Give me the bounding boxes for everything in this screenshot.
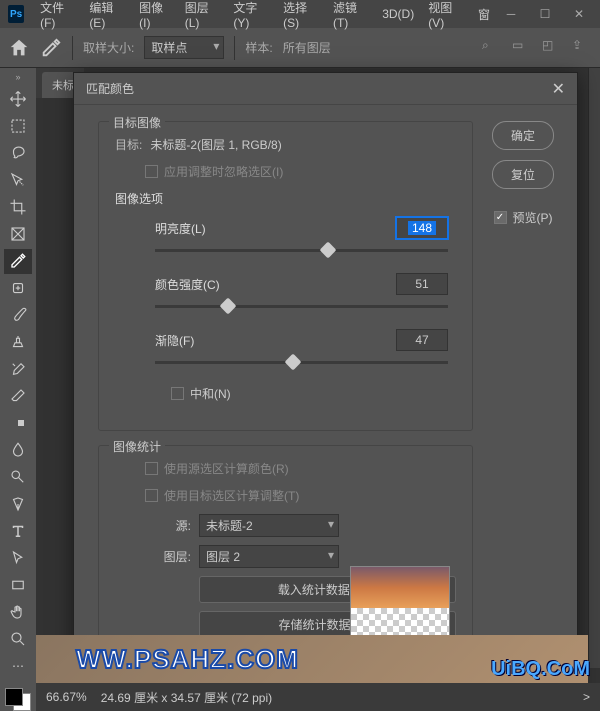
- zoom-level[interactable]: 66.67%: [46, 690, 87, 704]
- use-target-selection-label: 使用目标选区计算调整(T): [164, 487, 299, 504]
- fade-slider[interactable]: [155, 355, 448, 371]
- intensity-label: 颜色强度(C): [155, 276, 220, 293]
- search-icon[interactable]: ⌕: [482, 38, 502, 58]
- expand-tools-icon[interactable]: »: [15, 72, 20, 82]
- intensity-input[interactable]: 51: [396, 273, 448, 295]
- path-select-tool-icon[interactable]: [4, 546, 32, 571]
- menu-type[interactable]: 文字(Y): [227, 0, 275, 30]
- quick-select-tool-icon[interactable]: [4, 168, 32, 193]
- status-caret-icon[interactable]: >: [583, 690, 590, 704]
- menu-file[interactable]: 文件(F): [34, 0, 81, 30]
- eyedropper-tool-icon[interactable]: [4, 249, 32, 274]
- eraser-tool-icon[interactable]: [4, 384, 32, 409]
- lasso-tool-icon[interactable]: [4, 141, 32, 166]
- ps-logo: Ps: [8, 5, 24, 23]
- separator: [72, 36, 73, 60]
- sample-label: 样本:: [245, 39, 272, 56]
- more-tools-icon[interactable]: ⋯: [4, 654, 32, 679]
- luminance-input[interactable]: 148: [396, 217, 448, 239]
- match-color-dialog: 匹配颜色 ✕ 目标图像 目标: 未标题-2(图层 1, RGB/8) 应用调整时…: [73, 72, 578, 700]
- hand-tool-icon[interactable]: [4, 600, 32, 625]
- history-brush-tool-icon[interactable]: [4, 357, 32, 382]
- target-image-group: 目标图像 目标: 未标题-2(图层 1, RGB/8) 应用调整时忽略选区(I)…: [98, 121, 473, 431]
- fade-input[interactable]: 47: [396, 329, 448, 351]
- move-tool-icon[interactable]: [4, 87, 32, 112]
- frame-icon[interactable]: ◰: [542, 38, 562, 58]
- menu-bar: Ps 文件(F) 编辑(E) 图像(I) 图层(L) 文字(Y) 选择(S) 滤…: [0, 0, 600, 28]
- rectangle-tool-icon[interactable]: [4, 573, 32, 598]
- gradient-tool-icon[interactable]: [4, 411, 32, 436]
- menu-filter[interactable]: 滤镜(T): [327, 0, 374, 30]
- watermark-text: WW.PSAHZ.COM: [76, 644, 299, 675]
- tools-panel: » ⋯: [0, 68, 36, 711]
- document-dimensions: 24.69 厘米 x 34.57 厘米 (72 ppi): [101, 689, 272, 706]
- menu-image[interactable]: 图像(I): [133, 0, 177, 30]
- clone-stamp-tool-icon[interactable]: [4, 330, 32, 355]
- pen-tool-icon[interactable]: [4, 492, 32, 517]
- window-close-icon[interactable]: ✕: [566, 4, 592, 24]
- dodge-tool-icon[interactable]: [4, 465, 32, 490]
- menu-edit[interactable]: 编辑(E): [83, 0, 131, 30]
- source-label: 源:: [151, 517, 191, 534]
- reset-button[interactable]: 复位: [492, 160, 554, 189]
- use-target-selection-checkbox: [145, 489, 158, 502]
- menu-view[interactable]: 视图(V): [422, 0, 470, 30]
- menu-3d[interactable]: 3D(D): [376, 7, 420, 21]
- crop-tool-icon[interactable]: [4, 195, 32, 220]
- frame-tool-icon[interactable]: [4, 222, 32, 247]
- luminance-slider[interactable]: [155, 243, 448, 259]
- target-label: 目标:: [115, 136, 142, 153]
- workspace-icon[interactable]: ▭: [512, 38, 532, 58]
- source-dropdown[interactable]: 未标题-2: [199, 514, 339, 537]
- preview-label: 预览(P): [513, 209, 553, 226]
- share-icon[interactable]: ⇪: [572, 38, 592, 58]
- sample-size-dropdown[interactable]: 取样点: [144, 36, 224, 59]
- collapsed-right-panel[interactable]: [588, 68, 600, 668]
- target-image-legend: 目标图像: [109, 114, 165, 131]
- home-icon[interactable]: [8, 37, 30, 59]
- window-minimize-icon[interactable]: ─: [498, 4, 524, 24]
- sample-size-label: 取样大小:: [83, 39, 134, 56]
- eyedropper-tool-icon[interactable]: [40, 37, 62, 59]
- ignore-selection-label: 应用调整时忽略选区(I): [164, 163, 283, 180]
- neutralize-label: 中和(N): [190, 385, 231, 402]
- brush-tool-icon[interactable]: [4, 303, 32, 328]
- use-source-selection-label: 使用源选区计算颜色(R): [164, 460, 289, 477]
- blur-tool-icon[interactable]: [4, 438, 32, 463]
- uibq-watermark: UiBQ.CoM: [491, 658, 590, 681]
- color-swatch[interactable]: [5, 688, 31, 711]
- menu-layer[interactable]: 图层(L): [179, 0, 226, 30]
- neutralize-checkbox[interactable]: [171, 387, 184, 400]
- image-options-legend: 图像选项: [115, 190, 456, 207]
- options-bar: 取样大小: 取样点 样本: 所有图层 ⌕ ▭ ◰ ⇪: [0, 28, 600, 68]
- zoom-tool-icon[interactable]: [4, 627, 32, 652]
- intensity-slider[interactable]: [155, 299, 448, 315]
- ignore-selection-checkbox: [145, 165, 158, 178]
- healing-brush-tool-icon[interactable]: [4, 276, 32, 301]
- type-tool-icon[interactable]: [4, 519, 32, 544]
- sample-value: 所有图层: [283, 39, 331, 56]
- target-value: 未标题-2(图层 1, RGB/8): [150, 136, 281, 153]
- marquee-tool-icon[interactable]: [4, 114, 32, 139]
- use-source-selection-checkbox: [145, 462, 158, 475]
- layer-dropdown[interactable]: 图层 2: [199, 545, 339, 568]
- menu-select[interactable]: 选择(S): [277, 0, 325, 30]
- preview-checkbox[interactable]: [494, 211, 507, 224]
- status-bar: 66.67% 24.69 厘米 x 34.57 厘米 (72 ppi) >: [36, 683, 600, 711]
- separator: [234, 36, 235, 60]
- fade-label: 渐隐(F): [155, 332, 194, 349]
- ok-button[interactable]: 确定: [492, 121, 554, 150]
- window-maximize-icon[interactable]: ☐: [532, 4, 558, 24]
- luminance-label: 明亮度(L): [155, 220, 206, 237]
- image-stats-legend: 图像统计: [109, 438, 165, 455]
- layer-label: 图层:: [151, 548, 191, 565]
- dialog-title: 匹配颜色: [86, 80, 134, 97]
- menu-more[interactable]: 窗: [472, 6, 496, 23]
- close-icon[interactable]: ✕: [552, 79, 565, 99]
